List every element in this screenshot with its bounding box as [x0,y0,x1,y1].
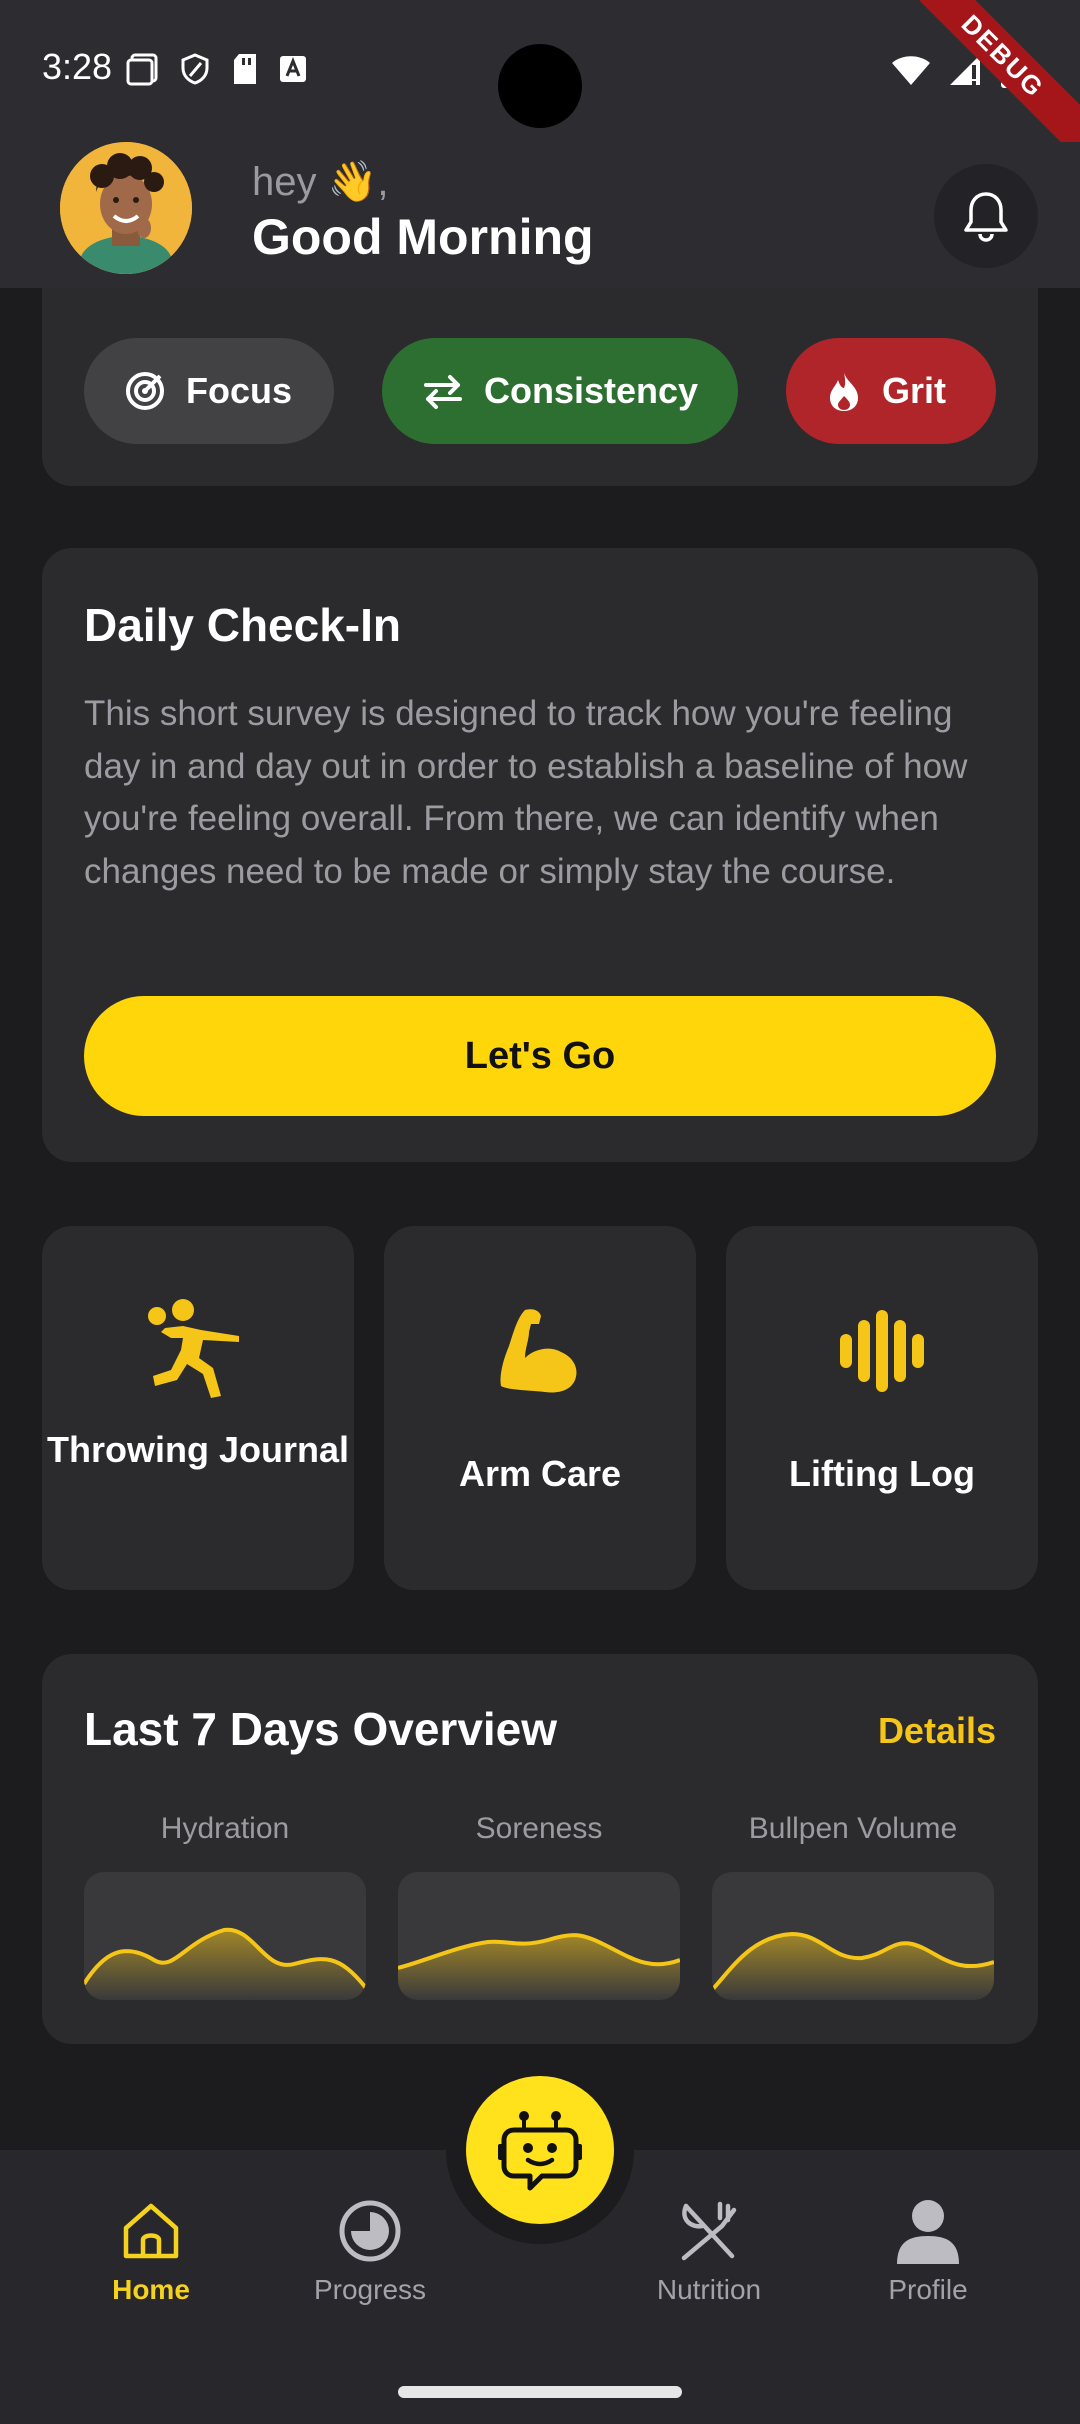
trait-label: Grit [882,370,947,411]
nav-label: Progress [313,2274,427,2305]
status-time: 3:28 [42,46,113,87]
nav-label: Nutrition [656,2274,762,2305]
traits-card: Focus Consistency Grit [42,288,1038,486]
trait-chip-consistency[interactable]: Consistency [382,338,738,444]
debug-label: DEBUG [920,0,1080,160]
nav-nutrition[interactable]: Nutrition [624,2198,794,2306]
nav-home[interactable]: Home [66,2198,236,2306]
person-icon [897,2200,959,2264]
nav-label: Profile [888,2274,968,2305]
flexed-bicep-icon [500,1309,577,1393]
greeting-small: hey 👋, [252,160,389,204]
trait-chip-focus[interactable]: Focus [84,338,334,444]
home-indicator[interactable] [398,2386,682,2398]
shield-icon [181,53,209,85]
home-icon [123,2203,179,2259]
overview-title: Last 7 Days Overview [84,1703,558,1755]
tile-label: Throwing Journal [47,1429,349,1470]
sparkline-soreness[interactable] [398,1872,680,2000]
assistant-fab[interactable] [466,2076,614,2224]
font-icon [280,56,306,82]
dumbbell-bars-icon [840,1310,924,1392]
flame-icon [830,372,858,411]
tile-arm-care[interactable]: Arm Care [384,1226,696,1590]
repeat-arrows-icon [424,375,462,409]
tile-lifting-log[interactable]: Lifting Log [726,1226,1038,1590]
overview-card: Last 7 Days Overview Details Hydration S… [42,1654,1038,2044]
metric-label-hydration: Hydration [160,1812,290,1845]
robot-chat-icon [498,2111,582,2191]
status-icons-left [126,52,308,86]
checkin-title: Daily Check-In [84,599,401,651]
metric-label-bullpen-volume: Bullpen Volume [748,1812,958,1845]
progress-pie-icon [339,2200,401,2262]
nav-profile[interactable]: Profile [843,2198,1013,2306]
status-bar: 3:28 DEBUG [0,0,1080,160]
trait-label: Focus [186,370,293,411]
screen-icon [126,53,158,86]
sd-card-icon [234,54,256,84]
checkin-description: This short survey is designed to track h… [84,694,968,891]
camera-cutout [498,44,582,128]
avatar[interactable] [60,142,192,274]
bell-icon [964,192,1008,242]
target-icon [126,372,164,410]
metric-label-soreness: Soreness [475,1812,603,1845]
throwing-player-icon [148,1299,239,1398]
trait-label: Consistency [484,370,699,411]
tile-label: Arm Care [458,1453,622,1494]
app-header: hey 👋, Good Morning [0,142,1080,288]
sparkline-hydration[interactable] [84,1872,366,2000]
tile-throwing-journal[interactable]: Throwing Journal [42,1226,354,1590]
details-link[interactable]: Details [878,1710,996,1752]
debug-banner: DEBUG [920,0,1080,160]
notifications-button[interactable] [934,164,1038,268]
fork-knife-icon [681,2201,737,2261]
tile-label: Lifting Log [789,1453,975,1494]
trait-chip-grit[interactable]: Grit [786,338,996,444]
daily-checkin-card: Daily Check-In This short survey is desi… [42,548,1038,1162]
nav-progress[interactable]: Progress [285,2198,455,2306]
lets-go-button[interactable]: Let's Go [84,996,996,1116]
greeting-title: Good Morning [252,209,594,265]
nav-label: Home [112,2274,190,2305]
sparkline-bullpen-volume[interactable] [712,1872,994,2000]
